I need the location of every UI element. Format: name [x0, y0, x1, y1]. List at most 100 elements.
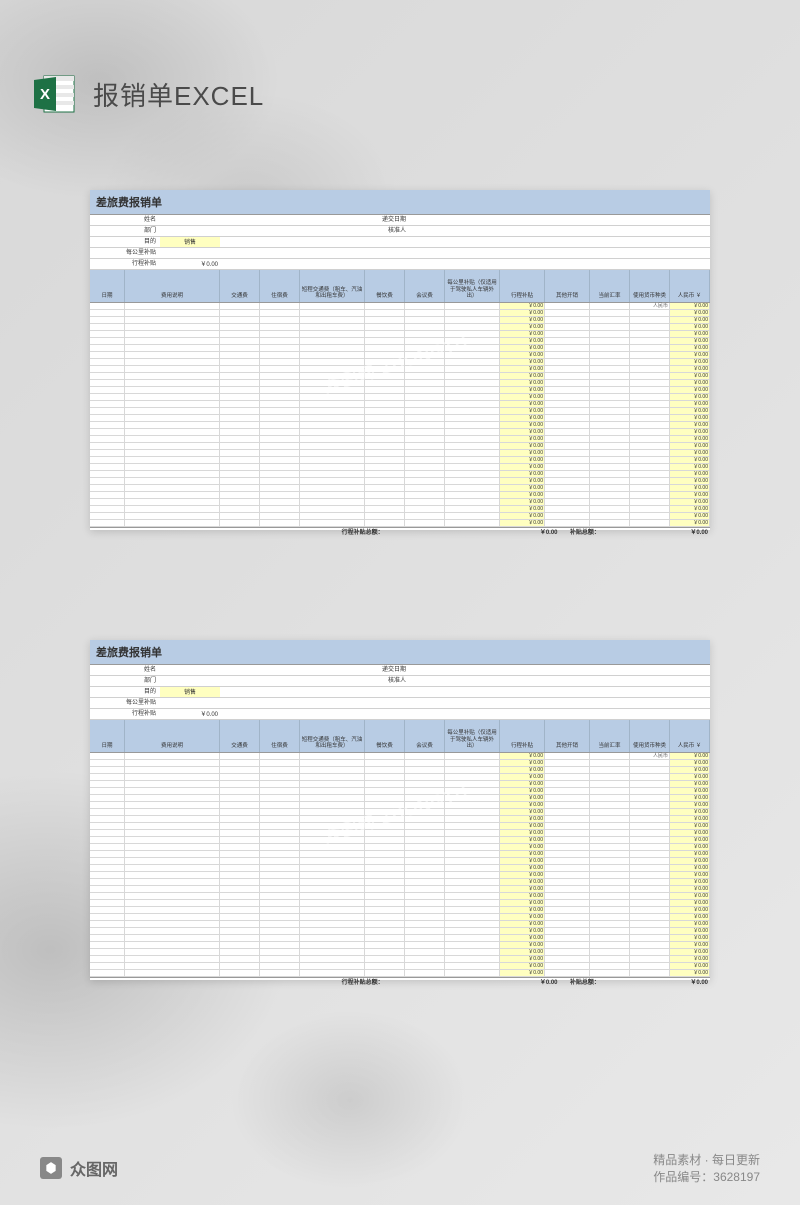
table-row: ￥0.00￥0.00 — [90, 436, 710, 443]
label-purpose: 目的 — [90, 237, 160, 247]
table-row: ￥0.00￥0.00 — [90, 450, 710, 457]
col-trip-allowance: 行程补贴 — [500, 270, 545, 302]
val-allowance: ￥0.00 — [160, 259, 220, 269]
total-row: 行程补贴总额： ￥0.00 补贴总额： ￥0.00 — [90, 527, 710, 537]
col-rate: 当前汇率 — [590, 270, 630, 302]
data-rows: ￥0.00人民币￥0.00￥0.00￥0.00￥0.00￥0.00￥0.00￥0… — [90, 303, 710, 527]
svg-text:X: X — [40, 86, 50, 103]
col-hotel: 住宿费 — [260, 270, 300, 302]
label-allowance: 行程补贴 — [90, 259, 160, 269]
table-row: ￥0.00￥0.00 — [90, 774, 710, 781]
table-row: ￥0.00￥0.00 — [90, 935, 710, 942]
table-row: ￥0.00￥0.00 — [90, 387, 710, 394]
table-row: ￥0.00￥0.00 — [90, 788, 710, 795]
page-title: 报销单EXCEL — [93, 76, 264, 113]
table-row: ￥0.00￥0.00 — [90, 767, 710, 774]
spreadsheet-preview-1: 差旅费报销单 姓名递交日期 部门核准人 目的销售 每公里补贴 行程补贴￥0.00… — [90, 190, 710, 530]
table-row: ￥0.00￥0.00 — [90, 970, 710, 977]
table-row: ￥0.00￥0.00 — [90, 823, 710, 830]
table-row: ￥0.00￥0.00 — [90, 942, 710, 949]
table-row: ￥0.00￥0.00 — [90, 886, 710, 893]
brand-name: 众图网 — [70, 1156, 118, 1180]
label-approver: 核准人 — [350, 226, 410, 236]
table-row: ￥0.00￥0.00 — [90, 963, 710, 970]
col-meeting: 会议费 — [405, 270, 445, 302]
data-rows: ￥0.00人民币￥0.00￥0.00￥0.00￥0.00￥0.00￥0.00￥0… — [90, 753, 710, 977]
table-row: ￥0.00￥0.00 — [90, 830, 710, 837]
page-header: X 报销单EXCEL — [30, 70, 264, 118]
brand-logo-icon — [40, 1157, 62, 1179]
total-row: 行程补贴总额： ￥0.00 补贴总额： ￥0.00 — [90, 977, 710, 987]
table-row: ￥0.00￥0.00 — [90, 893, 710, 900]
table-row: ￥0.00￥0.00 — [90, 879, 710, 886]
table-row: ￥0.00￥0.00 — [90, 900, 710, 907]
total-val1: ￥0.00 — [517, 528, 559, 537]
table-row: ￥0.00￥0.00 — [90, 858, 710, 865]
total-val2: ￥0.00 — [672, 528, 710, 537]
label-dept: 部门 — [90, 226, 160, 236]
sheet-title: 差旅费报销单 — [90, 190, 710, 215]
table-row: ￥0.00人民币￥0.00 — [90, 303, 710, 310]
footer-tagline: 精品素材 · 每日更新 — [653, 1153, 760, 1167]
table-row: ￥0.00￥0.00 — [90, 310, 710, 317]
table-row: ￥0.00￥0.00 — [90, 781, 710, 788]
table-row: ￥0.00￥0.00 — [90, 865, 710, 872]
table-row: ￥0.00￥0.00 — [90, 802, 710, 809]
col-meal: 餐饮费 — [365, 270, 405, 302]
table-row: ￥0.00￥0.00 — [90, 506, 710, 513]
table-row: ￥0.00￥0.00 — [90, 401, 710, 408]
table-row: ￥0.00￥0.00 — [90, 492, 710, 499]
spreadsheet-preview-2: 差旅费报销单 姓名递交日期 部门核准人 目的销售 每公里补贴 行程补贴￥0.00… — [90, 640, 710, 980]
col-rmb: 人民币 ￥ — [670, 270, 710, 302]
table-row: ￥0.00￥0.00 — [90, 422, 710, 429]
table-row: ￥0.00￥0.00 — [90, 520, 710, 527]
val-per-km — [160, 248, 220, 258]
table-row: ￥0.00￥0.00 — [90, 921, 710, 928]
page-footer: 众图网 精品素材 · 每日更新 作品编号：3628197 — [0, 1151, 800, 1185]
table-row: ￥0.00￥0.00 — [90, 949, 710, 956]
table-row: ￥0.00￥0.00 — [90, 352, 710, 359]
column-headers: 日期 费用说明 交通费 住宿费 短程交通费（租车、汽油和出租车费） 餐饮费 会议… — [90, 270, 710, 303]
table-row: ￥0.00￥0.00 — [90, 907, 710, 914]
total-label2: 补贴总额： — [560, 528, 602, 537]
label-per-km: 每公里补贴 — [90, 248, 160, 258]
table-row: ￥0.00￥0.00 — [90, 373, 710, 380]
table-row: ￥0.00￥0.00 — [90, 317, 710, 324]
label-name: 姓名 — [90, 215, 160, 225]
table-row: ￥0.00￥0.00 — [90, 844, 710, 851]
table-row: ￥0.00￥0.00 — [90, 345, 710, 352]
table-row: ￥0.00￥0.00 — [90, 408, 710, 415]
table-row: ￥0.00￥0.00 — [90, 928, 710, 935]
table-row: ￥0.00￥0.00 — [90, 956, 710, 963]
col-currency: 使用货币种类 — [630, 270, 670, 302]
label-submit-date: 递交日期 — [350, 215, 410, 225]
table-row: ￥0.00￥0.00 — [90, 464, 710, 471]
table-row: ￥0.00￥0.00 — [90, 415, 710, 422]
table-row: ￥0.00￥0.00 — [90, 331, 710, 338]
table-row: ￥0.00￥0.00 — [90, 809, 710, 816]
table-row: ￥0.00￥0.00 — [90, 760, 710, 767]
val-name — [160, 215, 220, 225]
col-transport: 交通费 — [220, 270, 260, 302]
table-row: ￥0.00￥0.00 — [90, 324, 710, 331]
val-dept — [160, 226, 220, 236]
table-row: ￥0.00￥0.00 — [90, 429, 710, 436]
table-row: ￥0.00￥0.00 — [90, 366, 710, 373]
table-row: ￥0.00￥0.00 — [90, 872, 710, 879]
table-row: ￥0.00￥0.00 — [90, 795, 710, 802]
col-other: 其他开销 — [545, 270, 590, 302]
column-headers: 日期 费用说明 交通费 住宿费 短程交通费（租车、汽油和出租车费） 餐饮费 会议… — [90, 720, 710, 753]
table-row: ￥0.00￥0.00 — [90, 851, 710, 858]
table-row: ￥0.00￥0.00 — [90, 359, 710, 366]
excel-icon: X — [30, 70, 78, 118]
table-row: ￥0.00￥0.00 — [90, 499, 710, 506]
table-row: ￥0.00￥0.00 — [90, 485, 710, 492]
table-row: ￥0.00￥0.00 — [90, 394, 710, 401]
table-row: ￥0.00￥0.00 — [90, 457, 710, 464]
table-row: ￥0.00￥0.00 — [90, 513, 710, 520]
col-date: 日期 — [90, 270, 125, 302]
val-purpose: 销售 — [160, 237, 220, 247]
col-km-allowance: 每公里补贴（仅适用于驾驶私人车辆外出） — [445, 270, 500, 302]
total-label1: 行程补贴总额： — [90, 528, 386, 537]
table-row: ￥0.00￥0.00 — [90, 837, 710, 844]
